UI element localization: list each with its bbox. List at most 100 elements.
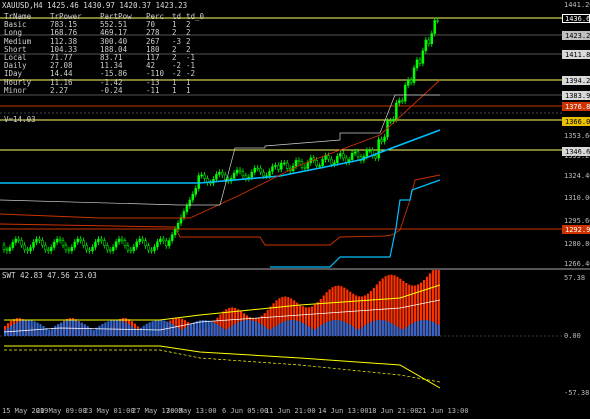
candle-body — [218, 172, 221, 175]
candle-body — [221, 172, 224, 176]
candle-body — [167, 240, 171, 247]
candle-body — [306, 162, 310, 169]
histogram-bar-blue — [51, 327, 54, 336]
candle-body — [182, 211, 186, 218]
table-cell: -0.24 — [100, 85, 123, 95]
candle-body — [401, 100, 404, 102]
candle-body — [315, 160, 318, 167]
candle-body — [374, 155, 377, 159]
candle-body — [156, 241, 159, 248]
histogram-bar-blue — [334, 320, 337, 336]
histogram-bar-blue — [307, 326, 311, 336]
swt-caption: SWT 42.83 47.56 23.03 — [2, 271, 97, 280]
histogram-bar-blue — [266, 328, 269, 336]
candle-body — [271, 166, 274, 172]
candle-body — [194, 188, 197, 195]
time-axis-label: 20 May 09:00 — [36, 407, 87, 415]
table-cell: 1 — [172, 85, 177, 95]
histogram-bar-blue — [387, 321, 390, 336]
candle-body — [138, 238, 141, 243]
candle-body — [303, 166, 307, 169]
candle-body — [215, 173, 218, 180]
histogram-bar-blue — [130, 326, 134, 336]
swt-indicator-canvas[interactable] — [0, 270, 590, 403]
candle-body — [73, 241, 77, 248]
histogram-bar-blue — [175, 326, 178, 336]
candle-body — [120, 238, 124, 241]
candle-body — [2, 244, 6, 250]
candle-body — [79, 238, 82, 241]
cyan-step-line — [270, 179, 441, 268]
table-cell: -11 — [146, 85, 160, 95]
candle-body — [76, 238, 79, 243]
histogram-bar-blue — [366, 323, 370, 336]
histogram-bar-blue — [360, 327, 364, 336]
histogram-bar-blue — [148, 322, 151, 336]
histogram-bar-blue — [237, 322, 240, 336]
histogram-bar-blue — [54, 325, 57, 336]
histogram-bar-blue — [346, 323, 349, 336]
histogram-bar-blue — [119, 320, 122, 336]
candle-body — [135, 241, 138, 248]
candle-body — [35, 238, 38, 243]
histogram-bar-blue — [42, 325, 45, 336]
candle-body — [8, 247, 12, 252]
histogram-bar-blue — [251, 320, 254, 336]
swt-indicator-pane[interactable]: SWT 42.83 47.56 23.03 57.38 0.00 -57.38 — [0, 270, 590, 403]
table-body: Basic 783.15 552.51 70 1 2 Long 168.76 469.17 278… — [4, 20, 200, 95]
candle-body — [389, 120, 392, 123]
candle-body — [259, 167, 262, 173]
candle-body — [268, 171, 271, 176]
candle-body — [277, 165, 280, 170]
candle-body — [144, 240, 147, 246]
price-tick-label: 1353.60 — [564, 132, 590, 140]
histogram-bar-blue — [231, 325, 234, 336]
candle-body — [330, 158, 333, 165]
price-tag: 1436.60 — [562, 14, 590, 23]
price-chart-pane[interactable]: XAUUSD,H4 1425.46 1430.97 1420.37 1423.2… — [0, 0, 590, 268]
price-tick-label: 1266.40 — [564, 260, 590, 268]
histogram-bar-blue — [136, 329, 139, 336]
histogram-bar-blue — [290, 320, 293, 336]
histogram-bar-blue — [15, 322, 18, 336]
histogram-bar-blue — [319, 325, 322, 336]
red-ma-line — [0, 79, 441, 219]
histogram-bar-blue — [101, 323, 104, 336]
price-tag: 1383.97 — [562, 91, 590, 100]
histogram-bar-blue — [207, 320, 210, 336]
histogram-bar-blue — [425, 320, 429, 336]
histogram-bar-blue — [210, 321, 213, 336]
candle-body — [26, 249, 29, 252]
histogram-bar-blue — [375, 320, 378, 336]
candle-body — [398, 100, 401, 104]
histogram-bar-blue — [417, 320, 420, 336]
histogram-bar-blue — [228, 327, 231, 336]
histogram-bar-blue — [434, 323, 437, 336]
candle-body — [64, 245, 68, 251]
candle-body — [250, 171, 254, 178]
candle-body — [70, 247, 74, 252]
candle-body — [103, 240, 106, 246]
histogram-bar-blue — [181, 329, 184, 336]
candle-body — [88, 249, 91, 252]
candle-body — [29, 247, 32, 252]
swt-tick-label: 57.38 — [564, 274, 586, 282]
candle-body — [433, 20, 436, 34]
candle-body — [123, 240, 127, 246]
histogram-bar-blue — [83, 324, 86, 336]
candle-body — [17, 238, 20, 241]
histogram-bar-blue — [381, 320, 384, 336]
lower-dashed-band — [4, 349, 441, 383]
candle-body — [339, 153, 342, 157]
histogram-bar-blue — [110, 320, 113, 336]
price-tag: 1376.83 — [562, 102, 590, 111]
histogram-bar-blue — [405, 327, 408, 336]
histogram-bar-blue — [169, 322, 172, 336]
histogram-bar-blue — [419, 320, 423, 336]
candle-body — [274, 165, 277, 167]
candle-body — [55, 238, 59, 243]
candle-body — [159, 238, 162, 242]
candle-body — [336, 156, 339, 163]
candle-body — [436, 20, 439, 22]
histogram-bar-blue — [30, 320, 33, 336]
